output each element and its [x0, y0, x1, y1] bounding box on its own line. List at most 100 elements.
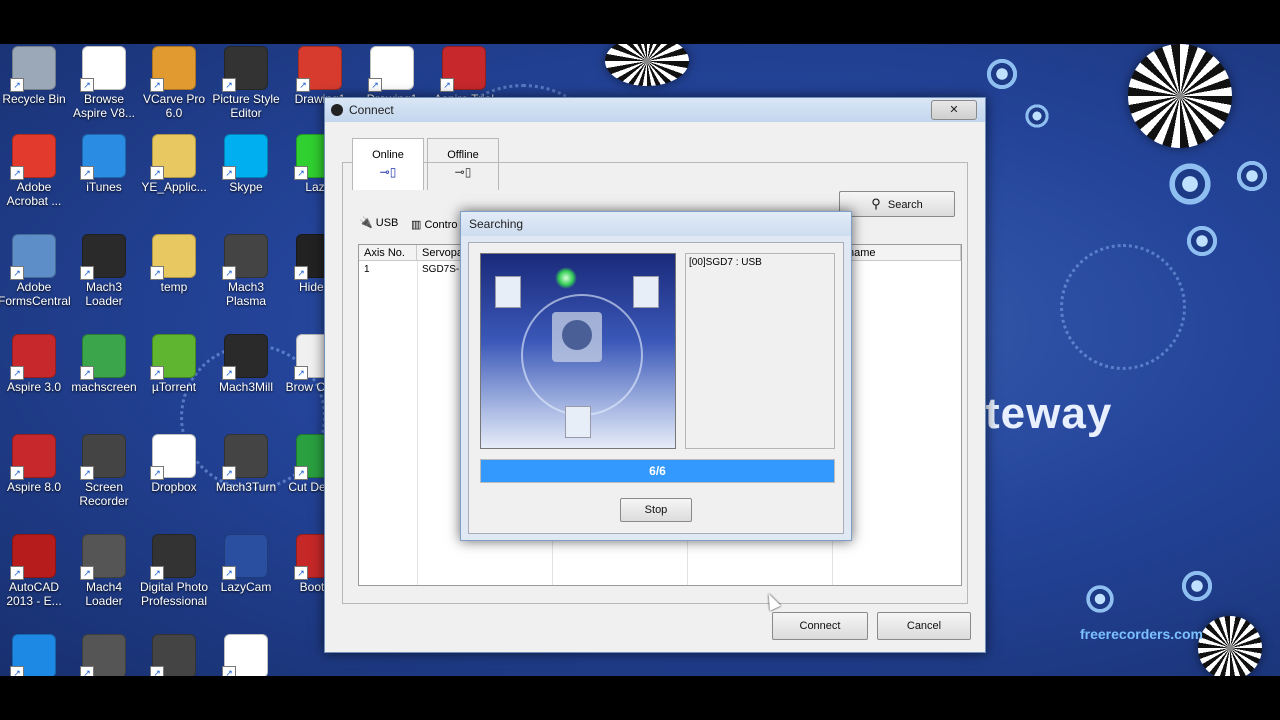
desktop-icon[interactable]: ↗ Mach3 Plasma [210, 234, 282, 308]
shortcut-arrow-icon: ↗ [80, 78, 94, 92]
app-shortcut-icon: ↗ [10, 634, 56, 676]
app-shortcut-icon: ↗ [222, 134, 268, 180]
desktop-icon[interactable]: ↗ LazyCam [210, 534, 282, 594]
search-icon: ⚲ [871, 196, 881, 211]
column-header: Axis No. [359, 245, 417, 261]
shortcut-arrow-icon: ↗ [10, 366, 24, 380]
desktop-icon[interactable]: ↗ machscreen [68, 334, 140, 394]
desktop-icon[interactable]: ↗ Adobe FormsCentral [0, 234, 71, 308]
wallpaper-ornament [605, 44, 689, 86]
desktop-icon-label: iTunes [86, 180, 122, 194]
desktop-icon-label: VCarve Pro 6.0 [142, 92, 206, 120]
desktop-icon[interactable]: ↗ Mach3Mill [210, 334, 282, 394]
cancel-button[interactable]: Cancel [877, 612, 971, 640]
searching-body: [00]SGD7 : USB 6/6 Stop [468, 242, 844, 534]
app-shortcut-icon: ↗ [80, 46, 126, 92]
app-shortcut-icon: ↗ [10, 334, 56, 380]
device-icon [495, 276, 521, 308]
desktop-icon[interactable]: ↗ Skype [210, 134, 282, 194]
desktop-icon[interactable]: ↗ VCarve Pro 6.0 [138, 46, 210, 120]
app-shortcut-icon: ↗ [80, 434, 126, 480]
desktop-icon[interactable]: ↗ Dropbox [138, 434, 210, 494]
wallpaper-ornament [1020, 99, 1054, 133]
desktop-icon[interactable]: ↗ [68, 634, 140, 676]
search-animation [480, 253, 676, 449]
found-device-list: [00]SGD7 : USB [685, 253, 835, 449]
app-shortcut-icon: ↗ [10, 434, 56, 480]
app-shortcut-icon: ↗ [10, 46, 56, 92]
desktop-icon[interactable]: ↗ YE_Applic... [138, 134, 210, 194]
app-icon [331, 104, 343, 116]
shortcut-arrow-icon: ↗ [80, 266, 94, 280]
desktop-icon[interactable]: ↗ Screen Recorder [68, 434, 140, 508]
shortcut-arrow-icon: ↗ [222, 166, 236, 180]
app-shortcut-icon: ↗ [150, 134, 196, 180]
wallpaper-ornament [1160, 154, 1220, 214]
search-progress-bar: 6/6 [480, 459, 835, 483]
subtab-usb[interactable]: 🔌 USB [359, 216, 398, 229]
app-shortcut-icon: ↗ [222, 434, 268, 480]
shortcut-arrow-icon: ↗ [10, 78, 24, 92]
wallpaper-ornament [1175, 564, 1219, 608]
app-shortcut-icon: ↗ [222, 46, 268, 92]
shortcut-arrow-icon: ↗ [296, 78, 310, 92]
shortcut-arrow-icon: ↗ [440, 78, 454, 92]
desktop-icon-label: Mach4 Loader [85, 580, 123, 608]
shortcut-arrow-icon: ↗ [150, 166, 164, 180]
shortcut-arrow-icon: ↗ [294, 566, 308, 580]
desktop-icon[interactable]: ↗ Mach4 Loader [68, 534, 140, 608]
tab-offline-label: Offline [447, 149, 479, 161]
device-icon [633, 276, 659, 308]
search-button[interactable]: ⚲ Search [839, 191, 955, 217]
desktop-icon[interactable]: ↗ Digital Photo Professional [138, 534, 210, 608]
shortcut-arrow-icon: ↗ [10, 166, 24, 180]
desktop-icon[interactable]: ↗ Mach3 Loader [68, 234, 140, 308]
shortcut-arrow-icon: ↗ [222, 466, 236, 480]
shortcut-arrow-icon: ↗ [294, 266, 308, 280]
scan-light-icon [555, 267, 577, 289]
app-shortcut-icon: ↗ [80, 234, 126, 280]
shortcut-arrow-icon: ↗ [80, 666, 94, 676]
desktop-icon[interactable]: ↗ Picture Style Editor [210, 46, 282, 120]
desktop-icon[interactable]: ↗ [0, 634, 70, 676]
desktop-icon-label: Recycle Bin [2, 92, 66, 106]
app-shortcut-icon: ↗ [222, 234, 268, 280]
shortcut-arrow-icon: ↗ [368, 78, 382, 92]
desktop-icon[interactable]: ↗ [138, 634, 210, 676]
table-cell[interactable]: 1 [359, 263, 417, 277]
desktop-icon-label: Mach3 Plasma [225, 280, 266, 308]
subtab-controller[interactable]: ▥ Contro [411, 218, 458, 231]
connect-button[interactable]: Connect [772, 612, 868, 640]
desktop-icon[interactable]: ↗ temp [138, 234, 210, 294]
list-item[interactable]: [00]SGD7 : USB [686, 254, 834, 271]
desktop-icon[interactable]: ↗ Aspire 3.0 [0, 334, 70, 394]
close-icon[interactable]: ✕ [931, 100, 977, 120]
desktop-icon-label: Aspire 8.0 [6, 480, 62, 494]
wallpaper-ornament [980, 52, 1024, 96]
shortcut-arrow-icon: ↗ [10, 666, 24, 676]
plug-disconnected-icon: ⊸▯ [454, 165, 472, 179]
desktop-icon-label: Mach3Turn [215, 480, 277, 494]
servo-icon [552, 312, 602, 362]
desktop-icon[interactable]: ↗ Browse Aspire V8... [68, 46, 140, 120]
desktop-icon-label: Screen Recorder [79, 480, 129, 508]
app-shortcut-icon: ↗ [222, 334, 268, 380]
desktop-icon[interactable]: ↗ µTorrent [138, 334, 210, 394]
desktop-icon[interactable]: ↗ AutoCAD 2013 - E... [0, 534, 70, 608]
app-shortcut-icon: ↗ [80, 134, 126, 180]
app-shortcut-icon: ↗ [80, 334, 126, 380]
desktop-icon[interactable]: ↗ iTunes [68, 134, 140, 194]
wallpaper-ornament [1060, 244, 1186, 370]
searching-title: Searching [469, 217, 524, 231]
desktop-icon[interactable]: ↗ Recycle Bin [0, 46, 70, 106]
desktop-icon[interactable]: ↗ [210, 634, 282, 676]
desktop-icon[interactable]: ↗ Mach3Turn [210, 434, 282, 494]
wallpaper-ornament [1180, 219, 1224, 263]
desktop-icon[interactable]: ↗ Aspire 8.0 [0, 434, 70, 494]
desktop-icon-label: YE_Applic... [141, 180, 207, 194]
desktop-icon[interactable]: ↗ Adobe Acrobat ... [0, 134, 70, 208]
tab-offline[interactable]: Offline ⊸▯ [427, 138, 499, 190]
stop-button[interactable]: Stop [620, 498, 692, 522]
tab-online[interactable]: Online ⊸▯ [352, 138, 424, 190]
shortcut-arrow-icon: ↗ [80, 166, 94, 180]
